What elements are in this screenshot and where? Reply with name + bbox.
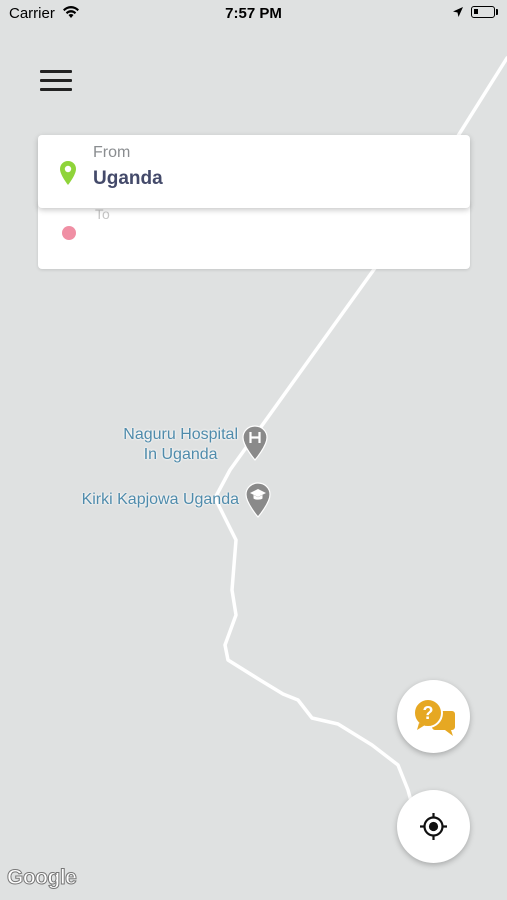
- my-location-button[interactable]: [397, 790, 470, 863]
- my-location-icon: [420, 813, 447, 840]
- svg-text:?: ?: [423, 703, 434, 723]
- poi-label-hospital[interactable]: Naguru Hospital In Uganda: [123, 425, 238, 465]
- battery-tip: [496, 9, 498, 15]
- google-logo: Google: [6, 866, 77, 890]
- location-pin-icon: [60, 161, 76, 185]
- destination-dot-icon: [62, 226, 76, 240]
- help-chat-icon: ?: [413, 698, 455, 736]
- location-arrow-icon: [453, 7, 463, 17]
- help-chat-button[interactable]: ?: [397, 680, 470, 753]
- from-label: From: [93, 144, 131, 161]
- to-label: To: [95, 206, 110, 222]
- menu-line: [40, 70, 72, 73]
- poi-label-school[interactable]: Kirki Kapjowa Uganda: [82, 490, 239, 510]
- menu-button[interactable]: [40, 68, 72, 94]
- hospital-icon[interactable]: [242, 425, 268, 461]
- status-time: 7:57 PM: [225, 5, 282, 22]
- menu-line: [40, 79, 72, 82]
- poi-hospital-name-line1: Naguru Hospital: [123, 426, 238, 443]
- battery-icon: [471, 6, 495, 18]
- status-bar: Carrier 7:57 PM: [0, 0, 507, 28]
- poi-school-name: Kirki Kapjowa Uganda: [81, 491, 239, 508]
- to-field[interactable]: To: [38, 200, 470, 269]
- from-value: Uganda: [93, 168, 163, 189]
- school-icon[interactable]: [245, 482, 271, 518]
- from-field[interactable]: From Uganda: [38, 135, 470, 208]
- poi-hospital-name-line2: In Uganda: [143, 446, 218, 463]
- menu-line: [40, 88, 72, 91]
